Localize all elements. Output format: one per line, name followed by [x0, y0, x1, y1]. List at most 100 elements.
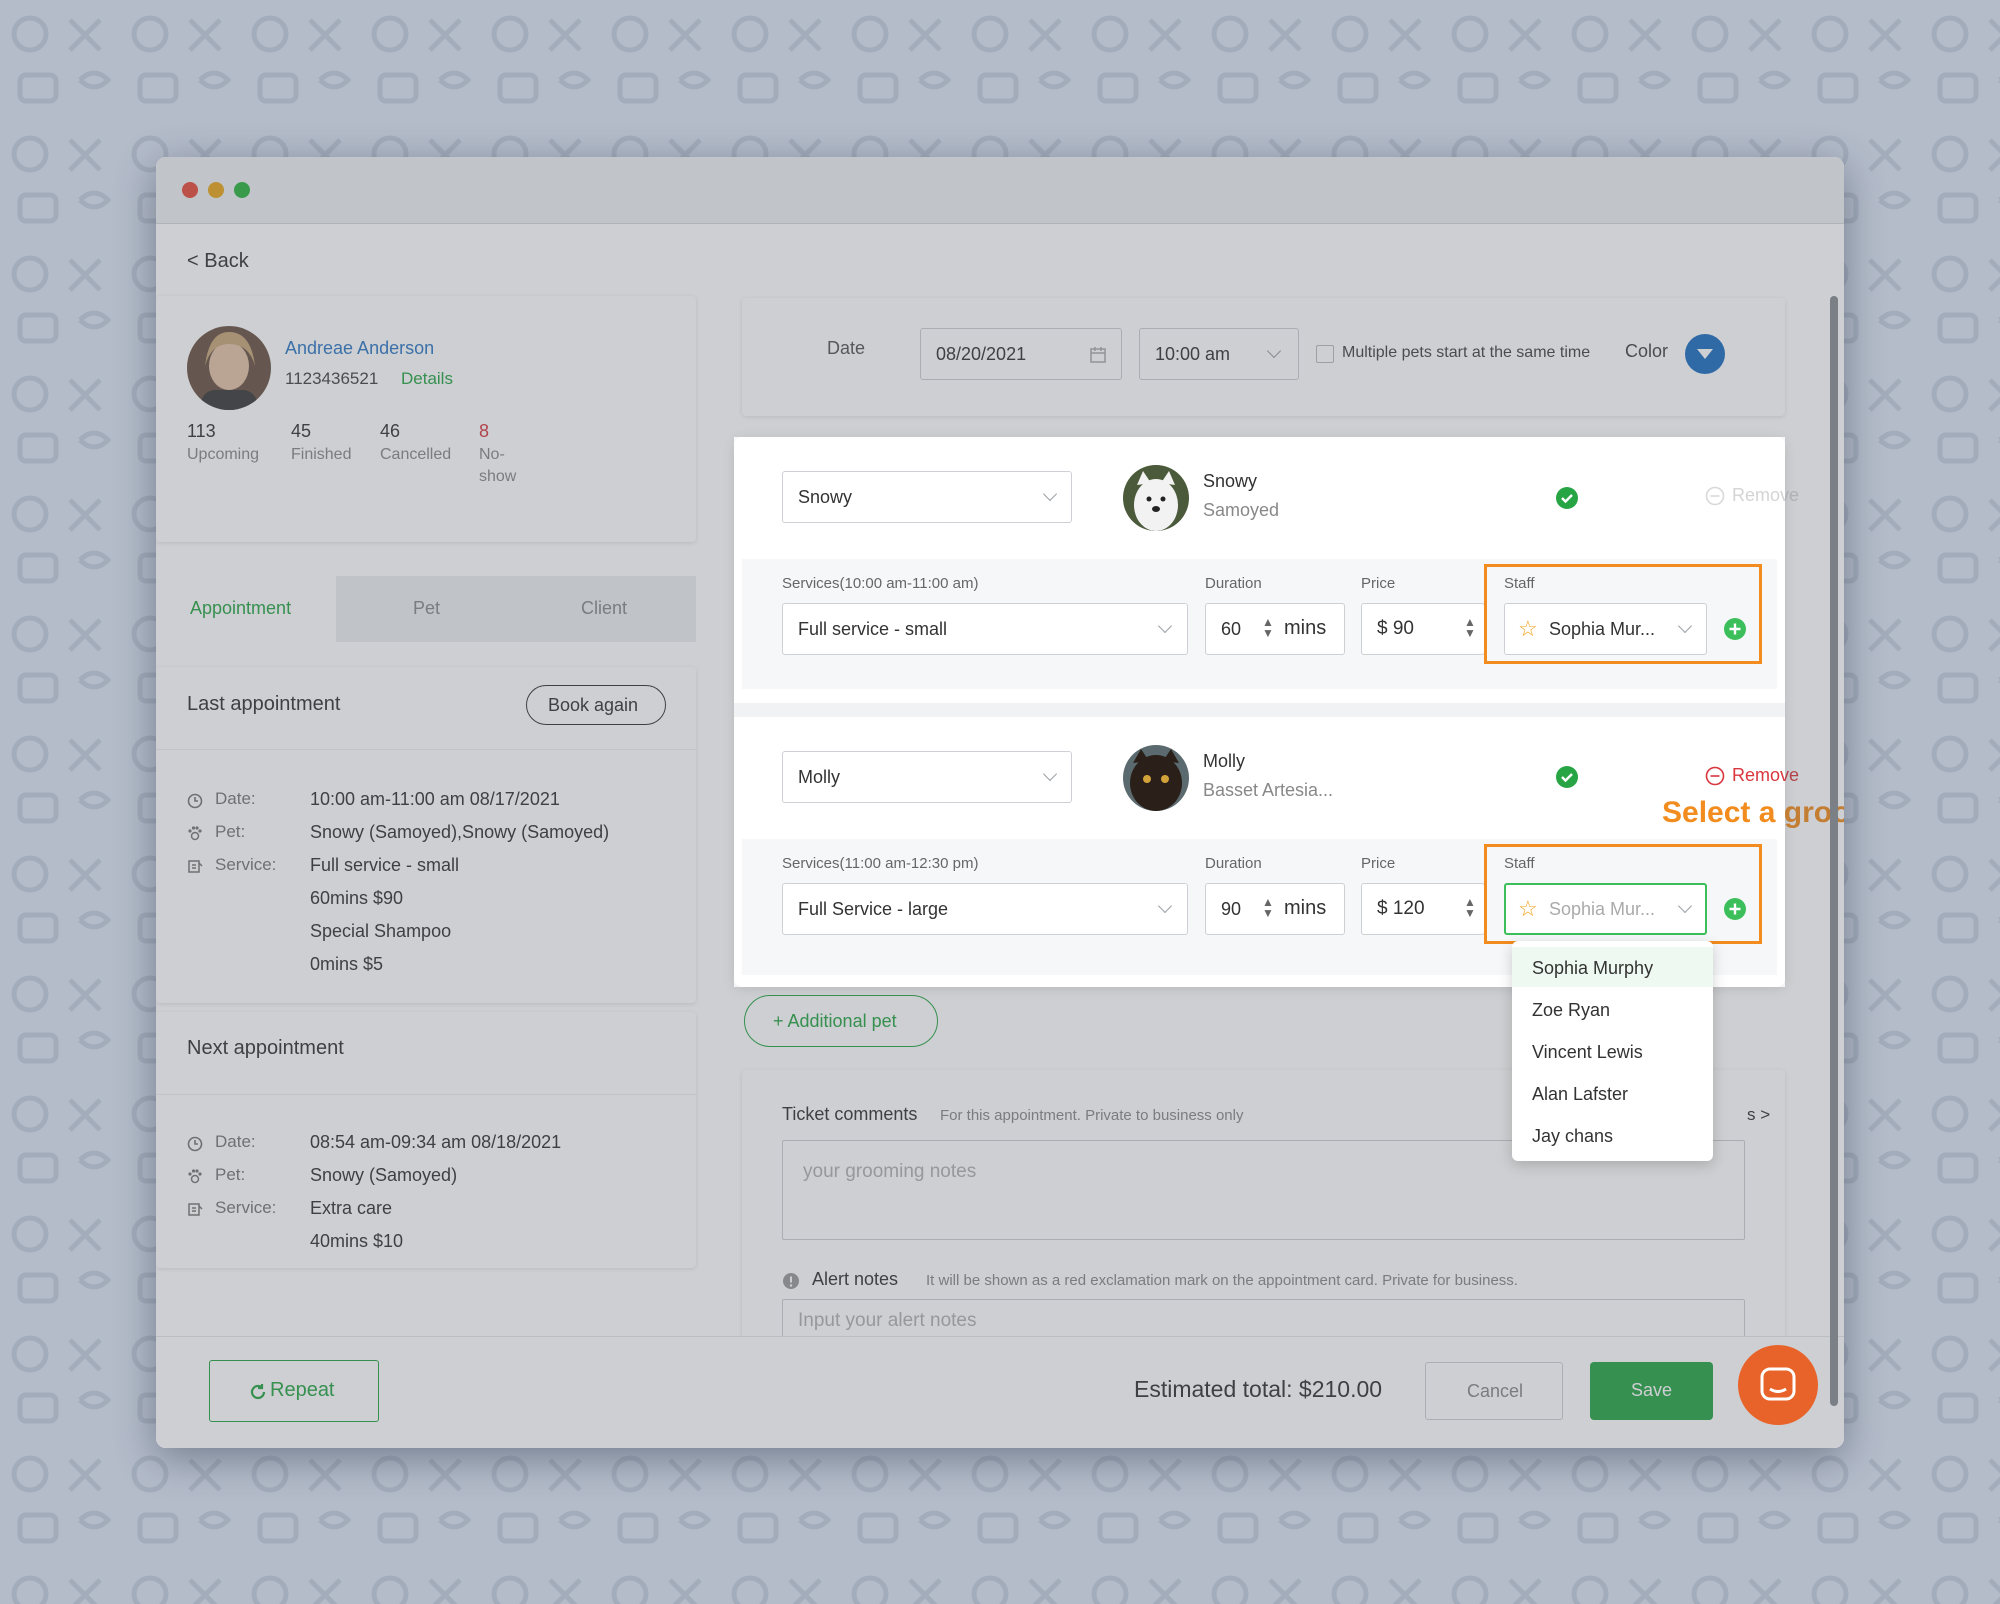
pet-select[interactable]: Snowy	[782, 471, 1072, 523]
additional-pet-label: + Additional pet	[773, 1011, 897, 1031]
clock-icon	[187, 1136, 203, 1152]
remove-pet-button[interactable]: Remove	[1732, 765, 1799, 786]
dropdown-option-label: Sophia Murphy	[1532, 958, 1654, 978]
client-card: Andreae Anderson 1123436521 Details 113 …	[156, 296, 696, 542]
title-bar	[156, 157, 1844, 224]
book-again-label: Book again	[548, 695, 639, 715]
dropdown-option[interactable]: Vincent Lewis	[1532, 1042, 1643, 1063]
star-icon: ☆	[1518, 616, 1538, 641]
star-icon: ☆	[1518, 896, 1538, 921]
multiple-pets-checkbox[interactable]	[1316, 345, 1334, 363]
calendar-icon	[1090, 347, 1106, 363]
next-pet-value: Snowy (Samoyed)	[310, 1165, 458, 1185]
avatar	[187, 326, 271, 410]
maximize-window-button[interactable]	[234, 182, 250, 198]
service-value: Full Service - large	[798, 899, 949, 919]
date-input[interactable]: 08/20/2021	[920, 328, 1122, 380]
dropdown-option[interactable]: Alan Lafster	[1532, 1084, 1628, 1105]
client-phone: 1123436521	[285, 369, 379, 388]
back-link[interactable]: < Back	[187, 250, 249, 273]
duration-label: Duration	[1205, 855, 1262, 872]
next-service-line: Extra care	[310, 1198, 393, 1218]
stat-noshow-label: No-	[479, 446, 505, 463]
next-service-label: Service:	[215, 1198, 277, 1217]
staff-label: Staff	[1504, 575, 1535, 592]
last-service-line: Full service - small	[310, 855, 460, 875]
price-input[interactable]: $ 120 ▲ ▼	[1361, 883, 1485, 935]
chat-button[interactable]	[1738, 1345, 1818, 1425]
next-date-label: Date:	[215, 1132, 256, 1151]
service-select[interactable]: Full Service - large	[782, 883, 1188, 935]
plus-circle-icon[interactable]	[1724, 898, 1746, 920]
price-label: Price	[1361, 855, 1396, 872]
duration-value: 60	[1221, 619, 1242, 639]
stepper-icon[interactable]: ▲ ▼	[1262, 616, 1274, 639]
save-button[interactable]: Save	[1590, 1362, 1713, 1420]
pet-breed: Samoyed	[1203, 500, 1280, 520]
staff-select[interactable]: ☆ Sophia Mur...	[1504, 603, 1707, 655]
duration-input[interactable]: 90 ▲ ▼ mins	[1205, 883, 1345, 935]
duration-input[interactable]: 60 ▲ ▼ mins	[1205, 603, 1345, 655]
stat-cancelled-label: Cancelled	[380, 446, 452, 463]
pet-select[interactable]: Molly	[782, 751, 1072, 803]
color-picker[interactable]	[1685, 334, 1725, 374]
repeat-button[interactable]: Repeat	[209, 1360, 379, 1422]
dropdown-option-selected[interactable]: Sophia Murphy	[1512, 947, 1713, 987]
client-name[interactable]: Andreae Anderson	[285, 338, 434, 359]
staff-value: Sophia Mur...	[1549, 899, 1656, 919]
check-circle-icon	[1556, 766, 1578, 788]
stat-upcoming-label: Upcoming	[187, 446, 260, 463]
refresh-icon	[250, 1384, 266, 1400]
dropdown-option[interactable]: Zoe Ryan	[1532, 1000, 1610, 1021]
tab-client[interactable]: Client	[581, 598, 627, 619]
stat-finished-value: 45	[291, 421, 312, 441]
service-select[interactable]: Full service - small	[782, 603, 1188, 655]
minimize-window-button[interactable]	[208, 182, 224, 198]
pet-divider	[734, 703, 1785, 717]
last-pet-label: Pet:	[215, 822, 246, 841]
stat-finished-label: Finished	[291, 446, 352, 463]
pets-panel: Snowy Snowy Samoyed Remove Services(10:0…	[734, 437, 1844, 987]
additional-pet-button[interactable]: + Additional pet	[744, 995, 938, 1047]
chevron-down-icon	[1157, 618, 1173, 634]
price-label: Price	[1361, 575, 1396, 592]
last-pet-value: Snowy (Samoyed),Snowy (Samoyed)	[310, 822, 610, 842]
chevron-down-icon	[1677, 618, 1693, 634]
multiple-pets-label: Multiple pets start at the same time	[1342, 344, 1591, 361]
plus-circle-icon[interactable]	[1724, 618, 1746, 640]
time-value: 10:00 am	[1155, 344, 1231, 364]
staff-select-open[interactable]: ☆ Sophia Mur...	[1504, 883, 1707, 935]
remove-pet-button[interactable]: Remove	[1732, 485, 1799, 506]
dropdown-option[interactable]: Jay chans	[1532, 1126, 1613, 1147]
color-label: Color	[1625, 341, 1669, 361]
scrollbar[interactable]	[1830, 296, 1838, 1406]
tab-pet[interactable]: Pet	[413, 598, 440, 619]
stepper-icon[interactable]: ▲ ▼	[1464, 896, 1476, 919]
pet-select-value: Molly	[798, 767, 841, 787]
stepper-icon[interactable]: ▲ ▼	[1464, 616, 1476, 639]
duration-value: 90	[1221, 899, 1242, 919]
price-value: $ 90	[1377, 618, 1414, 639]
last-date-label: Date:	[215, 789, 256, 808]
book-again-button[interactable]: Book again	[526, 685, 666, 725]
details-link[interactable]: Details	[401, 369, 453, 389]
duration-unit: mins	[1284, 897, 1327, 919]
stat-noshow-value: 8	[479, 421, 490, 441]
last-appointment-heading: Last appointment	[187, 693, 341, 715]
pet-photo	[1123, 465, 1189, 531]
last-appointment-card: Last appointment Book again Date: 10:00 …	[156, 667, 696, 1003]
price-input[interactable]: $ 90 ▲ ▼	[1361, 603, 1485, 655]
app-window: < Back Andreae Anderson 1123436521 Detai…	[156, 157, 1844, 1448]
ticket-comments-link[interactable]: s >	[1747, 1105, 1770, 1125]
divider	[156, 749, 696, 750]
service-value: Full service - small	[798, 619, 948, 639]
last-date-value: 10:00 am-11:00 am 08/17/2021	[310, 789, 560, 809]
ticket-comments-placeholder: your grooming notes	[803, 1161, 977, 1182]
tab-appointment[interactable]: Appointment	[156, 576, 336, 642]
staff-value: Sophia Mur...	[1549, 619, 1656, 639]
cancel-button[interactable]: Cancel	[1425, 1362, 1563, 1420]
stat-upcoming-value: 113	[187, 421, 216, 441]
close-window-button[interactable]	[182, 182, 198, 198]
time-select[interactable]: 10:00 am	[1139, 328, 1299, 380]
stepper-icon[interactable]: ▲ ▼	[1262, 896, 1274, 919]
